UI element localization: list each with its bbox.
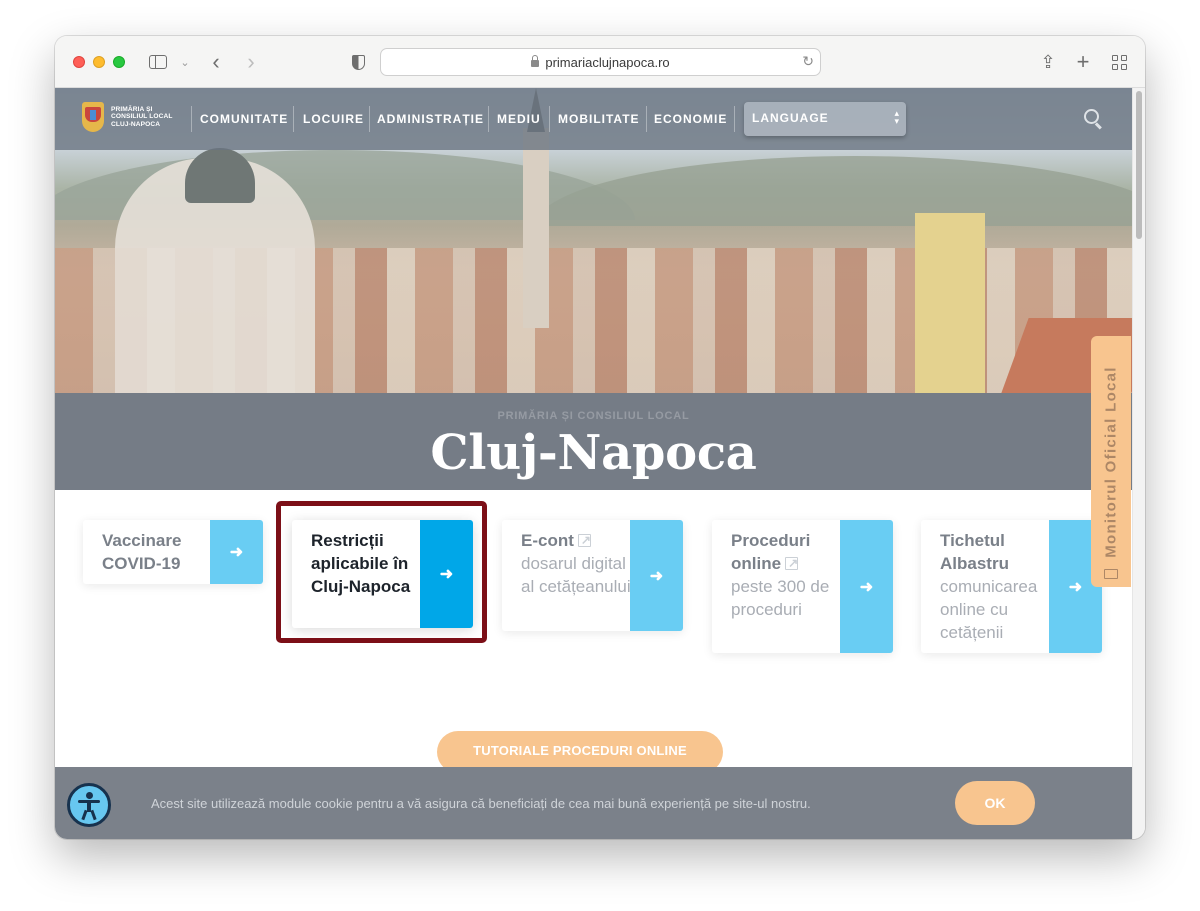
page-viewport: PRIMĂRIA ȘI CONSILIUL LOCAL CLUJ-NAPOCA … [55, 88, 1132, 839]
card-title: Vaccinare COVID-19 [102, 531, 182, 573]
card-title: Tichetul Albastru [940, 531, 1009, 573]
page-title: Cluj-Napoca [430, 425, 757, 481]
highlight-box [276, 501, 487, 643]
browser-toolbar: ⌄ ‹ › primariaclujnapoca.ro ↻ ⇪ + [55, 36, 1145, 88]
browser-window: ⌄ ‹ › primariaclujnapoca.ro ↻ ⇪ + PRIMĂR… [55, 36, 1145, 839]
nav-item-economie[interactable]: ECONOMIE [654, 112, 727, 126]
monitorul-oficial-tab[interactable]: Monitorul Oficial Local [1091, 336, 1131, 587]
arrow-right-icon[interactable]: ➜ [630, 520, 683, 631]
minimize-window-button[interactable] [93, 56, 105, 68]
cookie-bar: Acest site utilizează module cookie pent… [55, 767, 1132, 839]
nav-item-administratie[interactable]: ADMINISTRAȚIE [377, 112, 484, 126]
scrollbar-thumb[interactable] [1136, 91, 1142, 239]
new-tab-icon[interactable]: + [1074, 49, 1092, 74]
site-logo[interactable]: PRIMĂRIA ȘI CONSILIUL LOCAL CLUJ-NAPOCA [82, 102, 172, 132]
sidebar-toggle-icon[interactable] [148, 50, 168, 74]
side-tab-label: Monitorul Oficial Local [1102, 366, 1120, 558]
page-subtitle: PRIMĂRIA ȘI CONSILIUL LOCAL [497, 410, 690, 422]
back-arrow-icon[interactable]: ‹ [208, 49, 224, 74]
city-crest-icon [82, 102, 104, 132]
cookie-ok-button[interactable]: OK [955, 781, 1035, 825]
arrow-right-icon[interactable]: ➜ [210, 520, 263, 584]
arrow-right-icon[interactable]: ➜ [840, 520, 893, 653]
main-nav: PRIMĂRIA ȘI CONSILIUL LOCAL CLUJ-NAPOCA … [55, 88, 1132, 150]
document-icon [1104, 569, 1118, 579]
card-proceduri-online[interactable]: Proceduri online peste 300 de proceduri … [712, 520, 893, 653]
zoom-window-button[interactable] [113, 56, 125, 68]
language-select[interactable]: LANGUAGE ▴ ▾ [744, 102, 906, 136]
card-e-cont[interactable]: E-cont dosarul digital al cetățeanului ➜ [502, 520, 683, 631]
nav-item-locuire[interactable]: LOCUIRE [303, 112, 364, 126]
tab-overview-icon[interactable] [1110, 50, 1128, 74]
card-description: comunicarea online cu cetățenii [940, 577, 1038, 642]
close-window-button[interactable] [73, 56, 85, 68]
lock-icon [531, 54, 540, 67]
address-bar[interactable]: primariaclujnapoca.ro ↻ [380, 48, 821, 76]
logo-line: PRIMĂRIA ȘI [111, 105, 153, 113]
share-icon[interactable]: ⇪ [1039, 50, 1057, 74]
nav-item-comunitate[interactable]: COMUNITATE [200, 112, 288, 126]
logo-line: CLUJ-NAPOCA [111, 120, 161, 128]
search-icon[interactable] [1084, 109, 1102, 127]
card-vaccinare[interactable]: Vaccinare COVID-19 ➜ [83, 520, 263, 584]
nav-item-mobilitate[interactable]: MOBILITATE [558, 112, 640, 126]
external-link-icon [785, 552, 798, 575]
external-link-icon [577, 529, 591, 552]
language-select-label: LANGUAGE [752, 111, 829, 125]
reload-icon[interactable]: ↻ [802, 53, 814, 70]
card-description: dosarul digital al cetățeanului [521, 554, 631, 596]
cookie-message: Acest site utilizează module cookie pent… [151, 796, 811, 811]
nav-item-mediu[interactable]: MEDIU [497, 112, 541, 126]
card-tichetul-albastru[interactable]: Tichetul Albastru comunicarea online cu … [921, 520, 1102, 653]
card-title: E-cont [521, 531, 574, 550]
forward-arrow-icon[interactable]: › [243, 49, 259, 74]
url-text: primariaclujnapoca.ro [545, 54, 670, 70]
chevron-down-icon[interactable]: ⌄ [179, 50, 191, 74]
card-description: peste 300 de proceduri [731, 577, 830, 619]
title-band: PRIMĂRIA ȘI CONSILIUL LOCAL Cluj-Napoca [55, 393, 1132, 490]
card-title: Proceduri online [731, 531, 811, 573]
logo-line: CONSILIUL LOCAL [111, 113, 173, 121]
accessibility-icon[interactable] [67, 783, 111, 827]
privacy-shield-icon[interactable] [349, 50, 367, 74]
scrollbar[interactable] [1132, 88, 1145, 839]
select-arrows-icon: ▴ ▾ [894, 108, 899, 126]
